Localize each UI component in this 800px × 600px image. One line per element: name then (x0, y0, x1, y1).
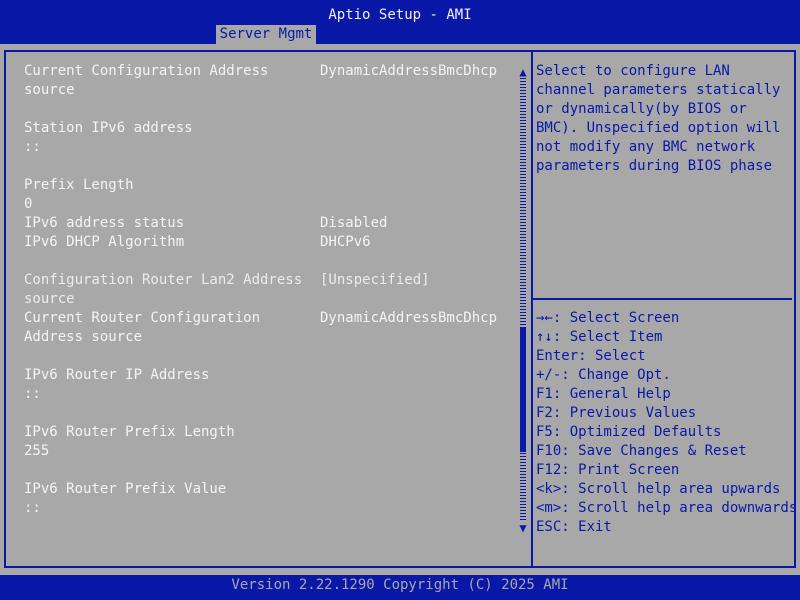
scroll-track[interactable] (520, 78, 526, 522)
setting-label: Prefix Length (24, 177, 134, 193)
key-scroll-up: <k>: Scroll help area upwards (536, 481, 781, 497)
setting-label: Configuration Router Lan2 Address source (24, 272, 311, 307)
setting-label: IPv6 Router Prefix Value (24, 481, 227, 497)
version-footer: Version 2.22.1290 Copyright (C) 2025 AMI (231, 577, 569, 593)
key-exit: ESC: Exit (536, 519, 612, 535)
setting-ipv6-router-ip-address: IPv6 Router IP Address :: (24, 366, 514, 404)
setting-ipv6-dhcp-algorithm: IPv6 DHCP Algorithm DHCPv6 (24, 233, 514, 252)
key-print-screen: F12: Print Screen (536, 462, 680, 478)
setting-label: IPv6 Router Prefix Length (24, 424, 235, 440)
setting-current-config-address-source: Current Configuration Address source Dyn… (24, 62, 514, 100)
key-general-help: F1: General Help (536, 386, 671, 402)
setting-value: DynamicAddressBmcDhcp (320, 63, 498, 79)
setting-config-router-lan2-address-source[interactable]: Configuration Router Lan2 Address source… (24, 271, 514, 309)
key-legend: →←: Select Screen ↑↓: Select Item Enter:… (536, 309, 798, 537)
setting-sub-value: :: (24, 386, 41, 402)
setting-sub-value: :: (24, 139, 41, 155)
scroll-down-arrow-icon[interactable]: ▼ (518, 522, 528, 534)
help-text: Select to configure LAN channel paramete… (536, 63, 781, 174)
setting-ipv6-address-status: IPv6 address status Disabled (24, 214, 514, 233)
setting-current-router-config-address-source: Current Router Configuration Address sou… (24, 309, 514, 347)
setting-value: DHCPv6 (320, 234, 371, 250)
key-enter-select: Enter: Select (536, 348, 646, 364)
scroll-thumb[interactable] (520, 328, 526, 452)
help-divider (533, 298, 792, 300)
setting-ipv6-router-prefix-length: IPv6 Router Prefix Length 255 (24, 423, 514, 461)
key-select-item: ↑↓: Select Item (536, 329, 663, 345)
setting-label: IPv6 Router IP Address (24, 367, 210, 383)
setting-sub-value: 255 (24, 443, 50, 459)
key-change-opt: +/-: Change Opt. (536, 367, 671, 383)
key-select-screen: →←: Select Screen (536, 310, 680, 326)
setting-sub-value: 0 (24, 196, 33, 212)
setting-label: Station IPv6 address (24, 120, 193, 136)
key-previous-values: F2: Previous Values (536, 405, 697, 421)
panel-divider (531, 52, 533, 566)
setting-option-value[interactable]: [Unspecified] (320, 271, 430, 290)
setting-prefix-length: Prefix Length 0 (24, 176, 514, 214)
window-title: Aptio Setup - AMI (328, 7, 472, 23)
scroll-up-arrow-icon[interactable]: ▲ (518, 66, 528, 78)
setting-label: IPv6 address status (24, 215, 185, 231)
setting-label: Current Configuration Address source (24, 63, 277, 98)
setting-ipv6-router-prefix-value: IPv6 Router Prefix Value :: (24, 480, 514, 518)
scrollbar[interactable]: ▲ ▼ (518, 64, 528, 536)
setting-value: DynamicAddressBmcDhcp (320, 310, 498, 326)
setting-station-ipv6-address: Station IPv6 address :: (24, 119, 514, 157)
setting-sub-value: :: (24, 500, 41, 516)
setting-value: Disabled (320, 215, 388, 231)
key-optimized-defaults: F5: Optimized Defaults (536, 424, 722, 440)
key-save-reset: F10: Save Changes & Reset (536, 443, 747, 459)
setting-label: IPv6 DHCP Algorithm (24, 234, 185, 250)
settings-list: Current Configuration Address source Dyn… (24, 62, 514, 518)
setting-label: Current Router Configuration Address sou… (24, 310, 269, 345)
key-scroll-down: <m>: Scroll help area downwards (536, 500, 798, 516)
tab-server-mgmt[interactable]: Server Mgmt (216, 25, 316, 44)
